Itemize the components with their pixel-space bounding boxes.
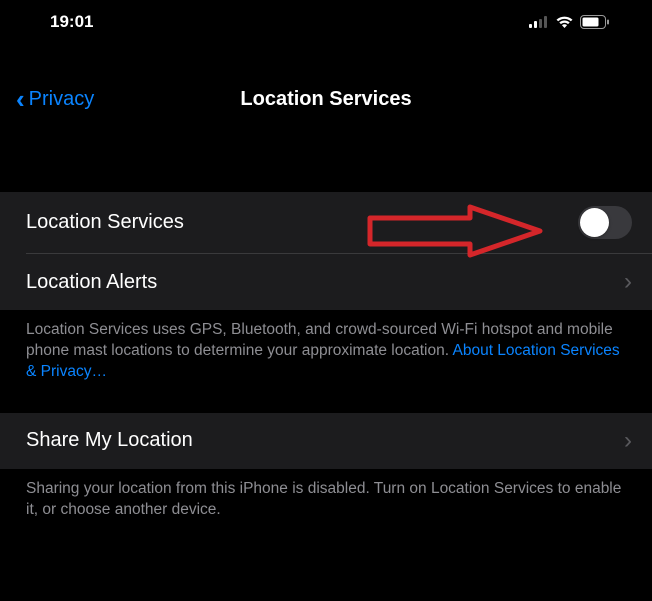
chevron-right-icon: › bbox=[624, 268, 632, 296]
battery-icon bbox=[580, 15, 610, 29]
page-title: Location Services bbox=[240, 88, 411, 111]
back-label: Privacy bbox=[29, 88, 95, 111]
share-my-location-footer: Sharing your location from this iPhone i… bbox=[0, 469, 652, 537]
settings-group-1: Location Services Location Alerts › bbox=[0, 192, 652, 310]
location-services-footer: Location Services uses GPS, Bluetooth, a… bbox=[0, 310, 652, 399]
status-bar: 19:01 bbox=[0, 0, 652, 44]
chevron-left-icon: ‹ bbox=[16, 86, 25, 112]
toggle-knob bbox=[580, 208, 609, 237]
navigation-bar: ‹ Privacy Location Services bbox=[0, 74, 652, 124]
status-time: 19:01 bbox=[50, 12, 93, 32]
share-my-location-label: Share My Location bbox=[26, 429, 193, 452]
location-services-toggle[interactable] bbox=[578, 206, 632, 239]
cellular-icon bbox=[529, 16, 549, 28]
location-alerts-row[interactable]: Location Alerts › bbox=[0, 254, 652, 310]
chevron-right-icon: › bbox=[624, 427, 632, 455]
wifi-icon bbox=[555, 15, 574, 29]
location-services-row: Location Services bbox=[0, 192, 652, 253]
status-icons bbox=[529, 15, 610, 29]
footer-text: Sharing your location from this iPhone i… bbox=[26, 480, 621, 518]
share-my-location-row[interactable]: Share My Location › bbox=[0, 413, 652, 469]
section-spacer bbox=[0, 134, 652, 192]
settings-group-2: Share My Location › bbox=[0, 413, 652, 469]
location-services-label: Location Services bbox=[26, 211, 184, 234]
location-alerts-label: Location Alerts bbox=[26, 271, 157, 294]
back-button[interactable]: ‹ Privacy bbox=[16, 86, 94, 112]
section-spacer bbox=[0, 399, 652, 413]
